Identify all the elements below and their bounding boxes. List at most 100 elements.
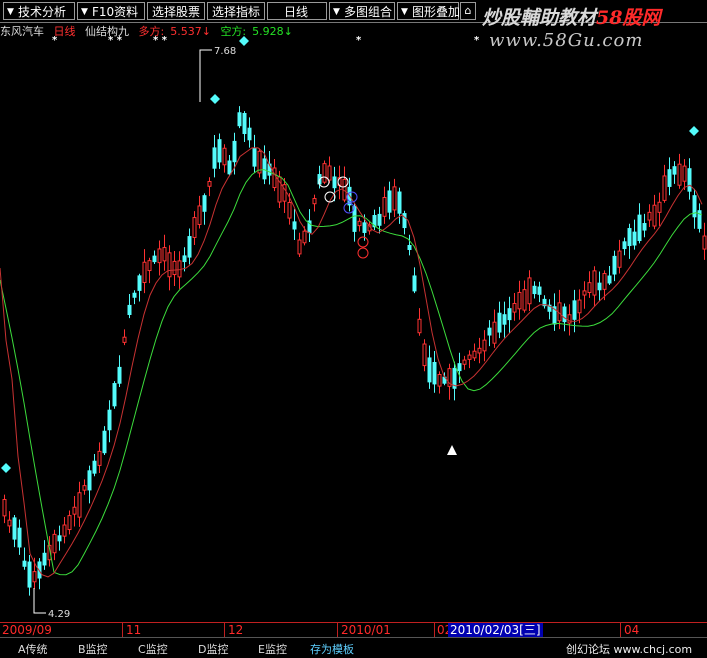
circle-marker-icon xyxy=(357,236,369,248)
tab-b-monitor[interactable]: B监控 xyxy=(78,641,108,657)
candle-body xyxy=(657,201,662,213)
dropdown-arrow-icon: ▼ xyxy=(333,7,340,17)
candle-body xyxy=(592,270,597,296)
candle-body xyxy=(622,241,627,250)
candle-body xyxy=(487,327,492,336)
candle-body xyxy=(137,275,142,291)
button-label: 多图组合 xyxy=(344,5,393,19)
period-button[interactable]: 日线 xyxy=(267,2,327,20)
tab-a-traditional[interactable]: A传统 xyxy=(18,641,48,657)
candle-body xyxy=(42,552,47,566)
triangle-buy-icon xyxy=(447,445,457,455)
candle-body xyxy=(212,147,217,169)
candle-body xyxy=(202,195,207,212)
candle-body xyxy=(662,175,667,201)
dropdown-arrow-icon: ▼ xyxy=(81,7,88,17)
candle-body xyxy=(227,160,232,175)
button-label: F10资料 xyxy=(92,5,139,19)
candle-body xyxy=(147,260,152,272)
candle-body xyxy=(382,197,387,217)
candle-body xyxy=(197,205,202,225)
candle-body xyxy=(62,524,67,537)
candle-body xyxy=(617,250,622,268)
candle-body xyxy=(462,359,467,365)
candle-body xyxy=(27,561,32,588)
candle-body xyxy=(272,167,277,189)
candle-body xyxy=(467,354,472,360)
candle-body xyxy=(222,147,227,166)
candle-body xyxy=(7,519,12,527)
candle-body xyxy=(217,139,222,163)
button-label: 技术分析 xyxy=(18,5,67,19)
candle-body xyxy=(562,306,567,323)
candle-body xyxy=(207,181,212,187)
candle-body xyxy=(12,517,17,540)
low-price-label: 4.29 xyxy=(48,609,70,620)
candle-body xyxy=(567,314,572,324)
candle-body xyxy=(22,560,27,567)
candle-body xyxy=(192,217,197,238)
candle-body xyxy=(597,282,602,291)
candle-body xyxy=(412,275,417,292)
candle-body xyxy=(422,343,427,367)
candle-body xyxy=(427,357,432,383)
candle-body xyxy=(72,506,77,515)
candle-body xyxy=(377,213,382,226)
time-label: 04 xyxy=(624,623,640,637)
candle-body xyxy=(682,165,687,182)
candle-body xyxy=(587,282,592,293)
candle-body xyxy=(667,169,672,187)
tech-analysis-button[interactable]: ▼ 技术分析 xyxy=(3,2,75,20)
candle-body xyxy=(32,571,37,583)
candle-body xyxy=(92,460,97,474)
time-label: 11 xyxy=(126,623,142,637)
candle-body xyxy=(252,147,257,167)
candle-body xyxy=(132,292,137,298)
candle-body xyxy=(127,304,132,315)
select-stock-button[interactable]: 选择股票 xyxy=(147,2,205,20)
candle-body xyxy=(287,201,292,219)
time-label: 2010/01 xyxy=(341,623,391,637)
time-separator xyxy=(620,623,621,637)
candle-body xyxy=(582,290,587,296)
tab-save-template[interactable]: 存为模板 xyxy=(310,641,354,657)
multi-chart-button[interactable]: ▼ 多图组合 xyxy=(329,2,395,20)
candle-body xyxy=(672,166,677,175)
candle-body xyxy=(52,533,57,554)
time-separator xyxy=(434,623,435,637)
candle-body xyxy=(292,221,297,230)
candle-body xyxy=(602,273,607,290)
cursor-date-label: 2010/02/03[三] xyxy=(448,623,543,637)
candle-body xyxy=(572,300,577,320)
candle-body xyxy=(262,158,267,180)
candle-body xyxy=(477,347,482,354)
candle-body xyxy=(627,228,632,247)
f10-info-button[interactable]: ▼ F10资料 xyxy=(77,2,145,20)
diamond-signal-icon xyxy=(210,94,220,104)
low-marker-line xyxy=(33,588,46,614)
candle-body xyxy=(432,362,437,385)
button-label: 日线 xyxy=(284,5,309,19)
tab-e-monitor[interactable]: E监控 xyxy=(258,641,287,657)
candle-body xyxy=(512,302,517,313)
candle-body xyxy=(537,286,542,295)
time-separator xyxy=(224,623,225,637)
tab-c-monitor[interactable]: C监控 xyxy=(138,641,168,657)
candle-body xyxy=(517,291,522,310)
candle-body xyxy=(652,204,657,227)
kline-chart[interactable]: 7.68 4.29 xyxy=(0,30,707,622)
candle-body xyxy=(97,450,102,466)
tab-d-monitor[interactable]: D监控 xyxy=(198,641,228,657)
candle-body xyxy=(242,112,247,135)
candle-body xyxy=(142,261,147,284)
button-label: 选择股票 xyxy=(152,5,201,19)
candle-body xyxy=(387,190,392,213)
candle-body xyxy=(397,191,402,214)
candle-body xyxy=(82,485,87,491)
candle-body xyxy=(532,285,537,295)
select-indicator-button[interactable]: 选择指标 xyxy=(207,2,265,20)
overlay-button[interactable]: ▼ 图形叠加 xyxy=(397,2,460,20)
time-separator xyxy=(337,623,338,637)
overlay-icon[interactable]: ⌂ xyxy=(460,2,476,20)
candle-body xyxy=(312,198,317,205)
